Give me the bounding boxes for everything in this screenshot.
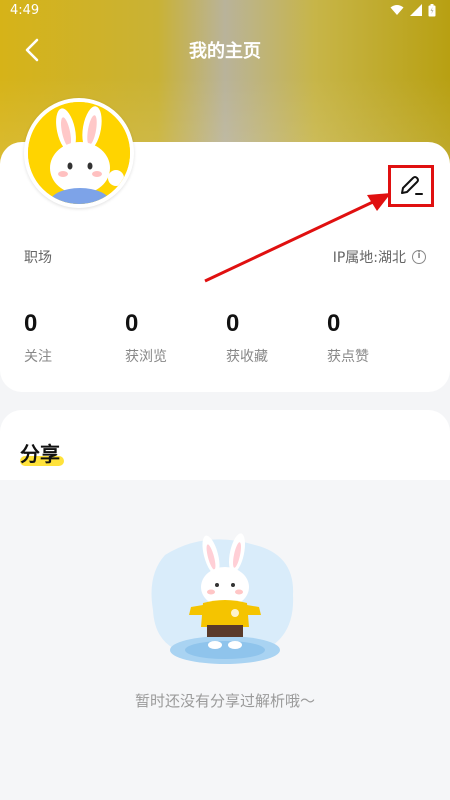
stat-label: 获浏览 [125,349,167,365]
stat-label: 获收藏 [226,349,268,365]
stat-value: 0 [24,310,38,337]
stat-label: 获点赞 [327,349,369,365]
status-icons [390,3,436,17]
stat-label: 关注 [24,349,52,365]
signal-icon [410,4,422,16]
wifi-icon [390,5,404,15]
status-bar: 4:49 [0,0,450,20]
bunny-avatar-image [28,102,130,204]
job-label: 职场 [24,250,52,266]
pencil-icon [401,176,423,195]
avatar[interactable] [24,98,134,208]
page-title: 我的主页 [189,41,261,62]
empty-state-text: 暂时还没有分享过解析哦～ [134,692,315,710]
ip-location: IP属地:湖北 i [333,247,426,267]
chevron-left-icon [25,38,39,62]
status-time: 4:49 [10,2,40,18]
stat-value: 0 [125,310,139,337]
back-button[interactable] [18,36,46,64]
annotation-arrow [204,193,391,283]
stat-likes[interactable]: 0 获点赞 [327,310,428,366]
stat-views[interactable]: 0 获浏览 [125,310,226,366]
battery-icon [428,3,436,16]
empty-state-illustration [151,533,294,664]
stats-row: 0 关注 0 获浏览 0 获收藏 0 获点赞 [24,310,428,366]
stat-value: 0 [226,310,240,337]
share-title-wrap: 分享 [20,438,60,467]
nav-bar: 我的主页 [0,28,450,72]
ip-location-text: IP属地:湖北 [332,250,406,266]
share-title: 分享 [20,442,60,466]
stat-favorites[interactable]: 0 获收藏 [226,310,327,366]
info-icon[interactable]: i [412,250,426,264]
stat-value: 0 [327,310,341,337]
stat-following[interactable]: 0 关注 [24,310,125,366]
